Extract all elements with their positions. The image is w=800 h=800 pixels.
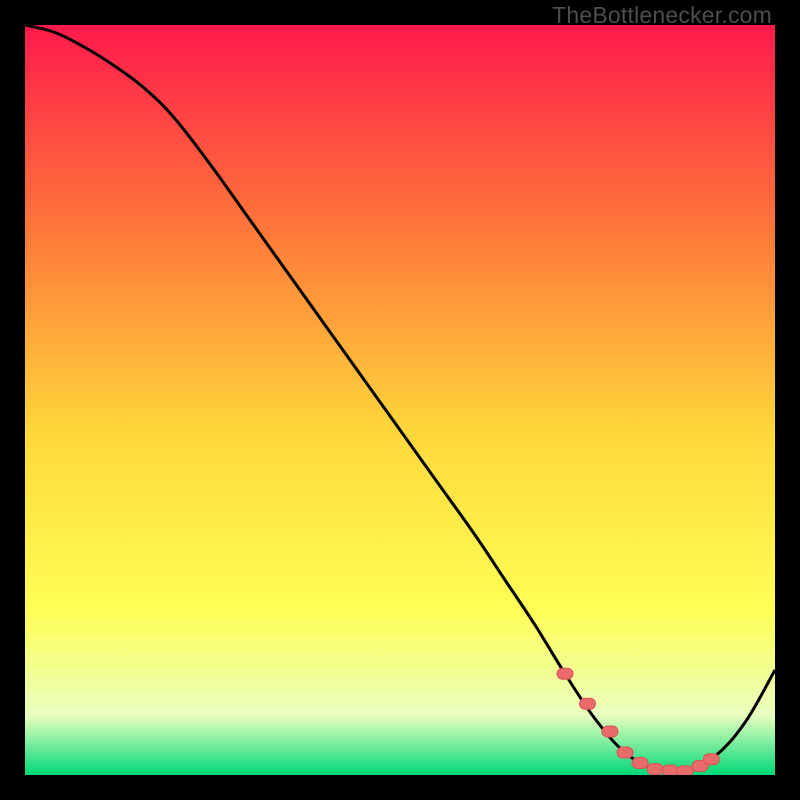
plot-frame (25, 25, 775, 775)
marker-point (580, 698, 596, 709)
gradient-background (25, 25, 775, 775)
marker-point (602, 726, 618, 737)
chart-stage: TheBottlenecker.com (0, 0, 800, 800)
marker-point (677, 766, 693, 775)
marker-point (647, 764, 663, 775)
marker-point (632, 758, 648, 769)
marker-point (617, 747, 633, 758)
marker-point (703, 754, 719, 765)
bottleneck-chart-svg (25, 25, 775, 775)
marker-point (557, 668, 573, 679)
marker-point (662, 765, 678, 775)
